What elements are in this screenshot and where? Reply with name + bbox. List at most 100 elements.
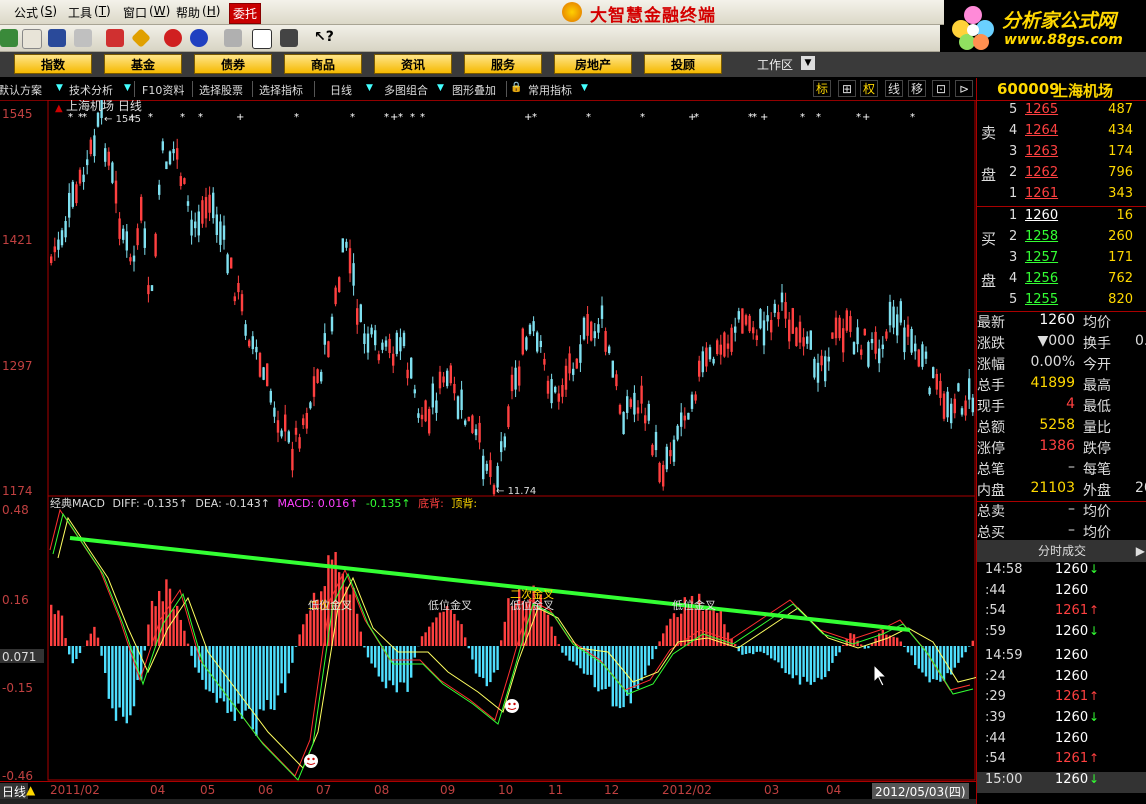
lock-icon[interactable]: 🔒 — [510, 82, 522, 93]
func-select-indicator[interactable]: 选择指标 — [259, 82, 303, 98]
stat-label: 涨幅 — [977, 357, 1005, 373]
buy-row[interactable]: 3 1257 171 — [977, 250, 1146, 271]
macd-bar — [165, 579, 168, 646]
candle-body — [374, 330, 377, 346]
dropdown-arrow-icon[interactable]: ▼ — [581, 83, 588, 93]
expand-arrow-icon[interactable]: ▶ — [1136, 540, 1145, 562]
buy-row[interactable]: 2 1258 260 — [977, 229, 1146, 250]
macd-bar — [104, 646, 107, 674]
func-default-scheme[interactable]: 默认方案 — [0, 82, 42, 98]
category-bond[interactable]: 债券 — [194, 54, 272, 74]
diamond-icon[interactable] — [131, 28, 151, 48]
macd-bar — [255, 646, 258, 736]
entrust-button[interactable]: 委托 — [229, 3, 262, 24]
books-icon[interactable] — [280, 29, 298, 47]
category-fund[interactable]: 基金 — [104, 54, 182, 74]
func-overlay[interactable]: 图形叠加 — [452, 82, 496, 98]
buy-row[interactable]: 5 1255 820 — [977, 292, 1146, 313]
tick-header[interactable]: 分时成交 ▶ — [977, 540, 1146, 562]
menu-window[interactable]: 窗口 — [123, 4, 147, 21]
order-price[interactable]: 1265 — [1025, 102, 1058, 117]
macd-bar — [64, 638, 67, 646]
sell-row[interactable]: 3 1263 174 — [977, 144, 1146, 165]
dropdown-arrow-icon[interactable]: ▼ — [56, 83, 63, 93]
sell-row[interactable]: 2 1262 796 — [977, 165, 1146, 186]
sell-row[interactable]: 4 1264 434 — [977, 123, 1146, 144]
candle-body — [143, 228, 146, 248]
macd-bar — [294, 646, 298, 647]
rights-button[interactable]: 权 — [860, 80, 878, 97]
window-button[interactable]: ⊡ — [932, 80, 950, 97]
category-service[interactable]: 服务 — [464, 54, 542, 74]
order-volume: 16 — [1116, 208, 1133, 223]
crosshair-button[interactable]: ⊞ — [838, 80, 856, 97]
category-commodity[interactable]: 商品 — [284, 54, 362, 74]
dropdown-arrow-icon[interactable]: ▼ — [366, 83, 373, 93]
order-price[interactable]: 1262 — [1025, 165, 1058, 180]
buy-row[interactable]: 4 1256 762 — [977, 271, 1146, 292]
order-price[interactable]: 1264 — [1025, 123, 1058, 138]
line-button[interactable]: 线 — [885, 80, 903, 97]
category-index[interactable]: 指数 — [14, 54, 92, 74]
grid-icon[interactable] — [0, 29, 18, 47]
window-icon[interactable] — [252, 29, 272, 49]
order-price[interactable]: 1260 — [1025, 208, 1058, 223]
macd-bar — [467, 646, 470, 649]
macd-bar — [453, 613, 456, 646]
dropdown-arrow-icon[interactable]: ▼ — [437, 83, 444, 93]
tick-row: 15:00 1260 ↓ — [977, 772, 1146, 793]
signal-star-icon: + — [862, 112, 870, 123]
order-price[interactable]: 1258 — [1025, 229, 1058, 244]
print-icon[interactable] — [224, 29, 242, 47]
price-chart[interactable]: * * * + * * * + * * * + * * * + * * * +* * * + * * * + * 上海机场 日线 ▲ … — [0, 100, 976, 781]
mark-button[interactable]: 标 — [813, 80, 831, 97]
keyboard-icon[interactable] — [22, 29, 42, 49]
candle-body — [132, 255, 136, 262]
workspace-dropdown-icon[interactable]: ▼ — [801, 56, 815, 70]
workspace-label[interactable]: 工作区 — [757, 56, 793, 73]
menu-tools[interactable]: 工具 — [68, 4, 92, 21]
macd-tick: 0.16 — [2, 593, 29, 607]
stat-value: ▼000 — [1037, 333, 1076, 349]
candle-body — [831, 332, 834, 339]
broker-icon-2[interactable] — [190, 29, 208, 47]
dropdown-arrow-icon[interactable]: ▼ — [124, 83, 131, 93]
move-button[interactable]: 移 — [908, 80, 926, 97]
sheet-tabs[interactable] — [0, 799, 976, 804]
candle-body — [381, 342, 384, 350]
func-technical-analysis[interactable]: 技术分析 — [69, 82, 113, 98]
network-icon[interactable] — [74, 29, 92, 47]
candle-body — [539, 340, 542, 348]
pen-icon[interactable] — [106, 29, 124, 47]
sell-row[interactable]: 5 1265 487 — [977, 102, 1146, 123]
play-button[interactable]: ⊳ — [955, 80, 973, 97]
menu-help[interactable]: 帮助 — [176, 4, 200, 21]
order-price[interactable]: 1263 — [1025, 144, 1058, 159]
buy-row[interactable]: 1 1260 16 — [977, 208, 1146, 229]
order-price[interactable]: 1257 — [1025, 250, 1058, 265]
func-daily[interactable]: 日线 — [330, 82, 352, 98]
func-f10[interactable]: F10资料 — [142, 82, 184, 98]
candle-body — [446, 370, 449, 387]
binoculars-icon[interactable] — [48, 29, 66, 47]
candle-body — [863, 328, 866, 336]
broker-icon-1[interactable] — [164, 29, 182, 47]
menu-formula[interactable]: 公式 — [14, 4, 38, 21]
help-pointer-icon[interactable]: ↖? — [314, 29, 334, 47]
category-advisor[interactable]: 投顾 — [644, 54, 722, 74]
order-price[interactable]: 1255 — [1025, 292, 1058, 307]
macd-bar — [442, 611, 445, 646]
order-price[interactable]: 1261 — [1025, 186, 1058, 201]
date-tick: 03 — [764, 783, 780, 797]
sell-row[interactable]: 1 1261 343 — [977, 186, 1146, 207]
divider — [252, 81, 253, 97]
category-news[interactable]: 资讯 — [374, 54, 452, 74]
macd-bar — [179, 619, 182, 646]
func-select-stock[interactable]: 选择股票 — [199, 82, 243, 98]
macd-bar — [672, 613, 676, 646]
order-price[interactable]: 1256 — [1025, 271, 1058, 286]
func-multi-chart[interactable]: 多图组合 — [384, 82, 428, 98]
candle-body — [672, 439, 676, 462]
func-common-indicator[interactable]: 常用指标 — [528, 82, 572, 98]
category-realestate[interactable]: 房地产 — [554, 54, 632, 74]
